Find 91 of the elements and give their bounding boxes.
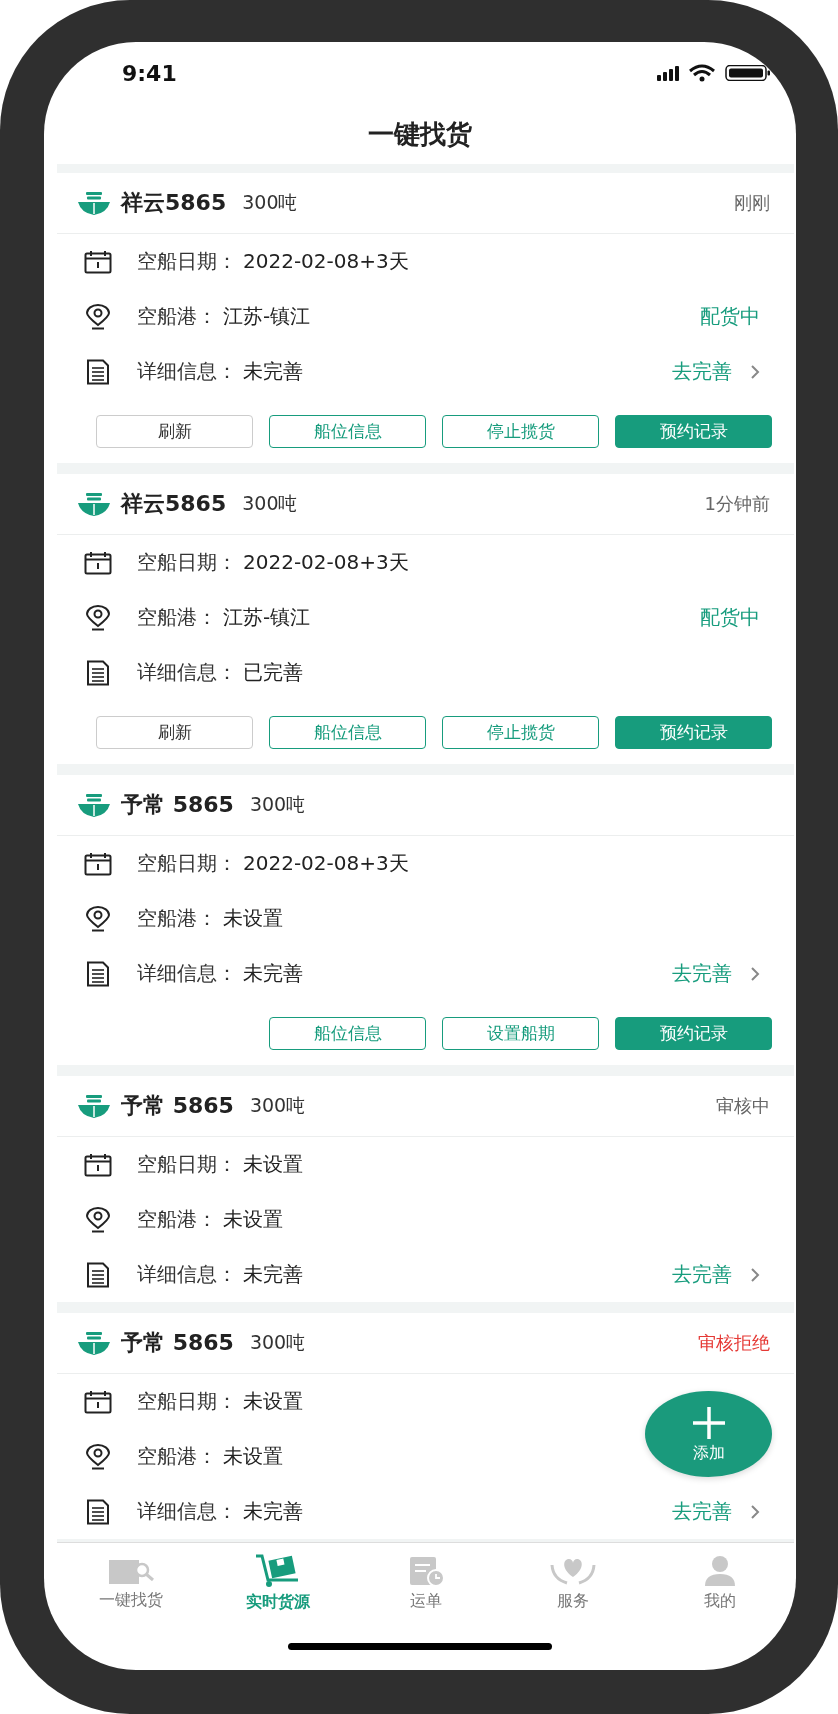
empty-date-value: 2022-02-08+3天 xyxy=(243,248,409,275)
chevron-right-icon xyxy=(750,1503,760,1520)
location-pin-icon xyxy=(83,604,113,631)
empty-port-label: 空船港： xyxy=(137,1206,217,1233)
details-label: 详细信息： xyxy=(137,1498,237,1525)
tab-item[interactable]: 实时货源 xyxy=(204,1543,352,1623)
details-label: 详细信息： xyxy=(137,960,237,987)
empty-port-value: 江苏-镇江 xyxy=(223,303,311,330)
action-button[interactable]: 预约记录 xyxy=(615,414,772,448)
action-button[interactable]: 设置船期 xyxy=(442,1016,599,1050)
action-button[interactable]: 船位信息 xyxy=(269,1016,426,1050)
signal-icon xyxy=(657,65,679,81)
wifi-icon xyxy=(689,64,715,82)
location-pin-icon xyxy=(83,905,113,932)
tonnage: 300吨 xyxy=(242,190,298,215)
empty-port-label: 空船港： xyxy=(137,905,217,932)
matching-status: 配货中 xyxy=(700,303,760,330)
tonnage: 300吨 xyxy=(242,491,298,516)
ship-name: 予常 5865 xyxy=(121,1329,234,1357)
empty-port-value: 未设置 xyxy=(223,905,283,932)
status-label: 审核中 xyxy=(716,1094,770,1118)
calendar-icon xyxy=(83,550,113,575)
tonnage: 300吨 xyxy=(249,1093,306,1118)
empty-date-label: 空船日期： xyxy=(137,1388,237,1415)
action-button[interactable]: 预约记录 xyxy=(615,715,772,749)
details-value: 未完善 xyxy=(243,358,303,385)
empty-date-value: 2022-02-08+3天 xyxy=(243,850,409,877)
status-label: 审核拒绝 xyxy=(698,1331,770,1355)
location-pin-icon xyxy=(83,1206,113,1233)
complete-link[interactable]: 去完善 xyxy=(672,358,732,385)
location-pin-icon xyxy=(83,1443,113,1470)
chevron-right-icon xyxy=(750,1266,760,1283)
ship-icon xyxy=(77,491,111,517)
empty-date-label: 空船日期： xyxy=(137,850,237,877)
details-label: 详细信息： xyxy=(137,659,237,686)
empty-date-label: 空船日期： xyxy=(137,248,237,275)
details-value: 未完善 xyxy=(243,1498,303,1525)
tonnage: 300吨 xyxy=(249,792,306,817)
empty-date-label: 空船日期： xyxy=(137,549,237,576)
empty-port-label: 空船港： xyxy=(137,1443,217,1470)
empty-port-label: 空船港： xyxy=(137,604,217,631)
complete-link[interactable]: 去完善 xyxy=(672,960,732,987)
ship-icon xyxy=(77,792,111,818)
ship-name: 祥云5865 xyxy=(121,189,227,217)
plus-icon xyxy=(690,1404,727,1441)
empty-port-value: 江苏-镇江 xyxy=(223,604,311,631)
tab-item[interactable]: 我的 xyxy=(646,1543,795,1623)
empty-date-value: 未设置 xyxy=(243,1151,303,1178)
details-label: 详细信息： xyxy=(137,1261,237,1288)
details-value: 未完善 xyxy=(243,1261,303,1288)
details-label: 详细信息： xyxy=(137,358,237,385)
empty-date-value: 2022-02-08+3天 xyxy=(243,549,409,576)
tonnage: 300吨 xyxy=(249,1330,306,1355)
ship-name: 予常 5865 xyxy=(121,1092,234,1120)
page-title: 一键找货 xyxy=(368,117,472,151)
details-value: 已完善 xyxy=(243,659,303,686)
calendar-icon xyxy=(83,1389,113,1414)
complete-link[interactable]: 去完善 xyxy=(672,1261,732,1288)
empty-port-value: 未设置 xyxy=(223,1443,283,1470)
action-button[interactable]: 船位信息 xyxy=(269,414,426,448)
action-button[interactable]: 停止揽货 xyxy=(442,414,599,448)
calendar-icon xyxy=(83,249,113,274)
action-button[interactable]: 预约记录 xyxy=(615,1016,772,1050)
calendar-icon xyxy=(83,851,113,876)
action-button[interactable]: 停止揽货 xyxy=(442,715,599,749)
action-button[interactable]: 刷新 xyxy=(96,414,253,448)
location-pin-icon xyxy=(83,303,113,330)
ship-name: 祥云5865 xyxy=(121,490,227,518)
action-button[interactable]: 船位信息 xyxy=(269,715,426,749)
status-time: 9:41 xyxy=(122,60,177,86)
tab-item[interactable]: 服务 xyxy=(499,1543,647,1623)
ship-name: 予常 5865 xyxy=(121,791,234,819)
empty-date-value: 未设置 xyxy=(243,1388,303,1415)
tab-item[interactable]: 运单 xyxy=(351,1543,500,1623)
calendar-icon xyxy=(83,1152,113,1177)
matching-status: 配货中 xyxy=(700,604,760,631)
chevron-right-icon xyxy=(750,965,760,982)
chevron-right-icon xyxy=(750,363,760,380)
ship-icon xyxy=(77,1093,111,1119)
action-button[interactable]: 刷新 xyxy=(96,715,253,749)
status-label: 1分钟前 xyxy=(704,492,770,516)
tab-item[interactable]: 一键找货 xyxy=(57,1543,205,1623)
empty-port-value: 未设置 xyxy=(223,1206,283,1233)
status-label: 刚刚 xyxy=(734,191,770,215)
empty-port-label: 空船港： xyxy=(137,303,217,330)
complete-link[interactable]: 去完善 xyxy=(672,1498,732,1525)
ship-icon xyxy=(77,190,111,216)
battery-icon xyxy=(725,65,770,81)
empty-date-label: 空船日期： xyxy=(137,1151,237,1178)
details-value: 未完善 xyxy=(243,960,303,987)
ship-icon xyxy=(77,1330,111,1356)
